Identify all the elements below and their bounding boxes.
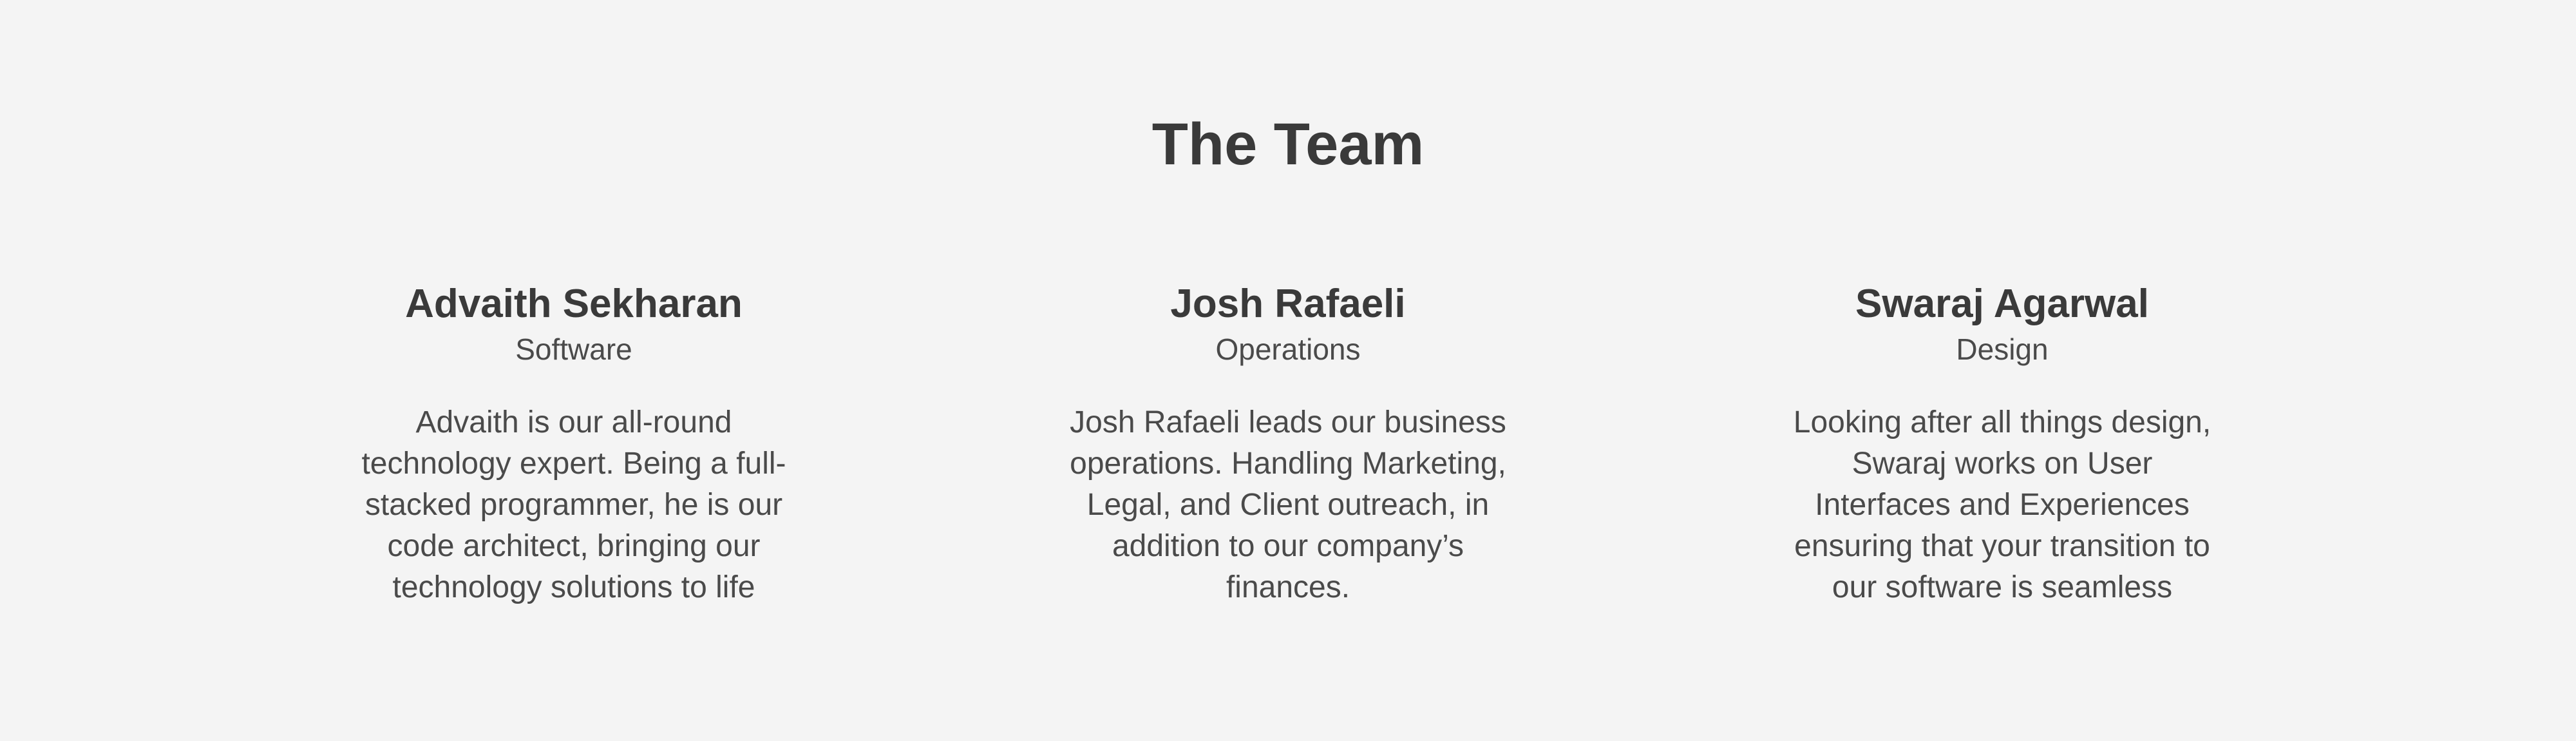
team-member-card: Advaith Sekharan Software Advaith is our… [329, 278, 819, 608]
team-member-card: Swaraj Agarwal Design Looking after all … [1757, 278, 2247, 608]
team-member-card: Josh Rafaeli Operations Josh Rafaeli lea… [1043, 278, 1533, 608]
member-name: Josh Rafaeli [1170, 282, 1406, 326]
member-name: Advaith Sekharan [405, 282, 743, 326]
member-name: Swaraj Agarwal [1855, 282, 2149, 326]
member-role: Operations [1215, 332, 1361, 366]
team-section: The Team Advaith Sekharan Software Advai… [0, 0, 2576, 741]
member-bio: Josh Rafaeli leads our business operatio… [1070, 405, 1506, 604]
member-bio: Looking after all things design, Swaraj … [1793, 405, 2211, 604]
member-bio: Advaith is our all-round technology expe… [361, 405, 786, 604]
section-title: The Team [1151, 111, 1425, 177]
member-role: Design [1956, 332, 2049, 366]
member-role: Software [515, 332, 632, 366]
